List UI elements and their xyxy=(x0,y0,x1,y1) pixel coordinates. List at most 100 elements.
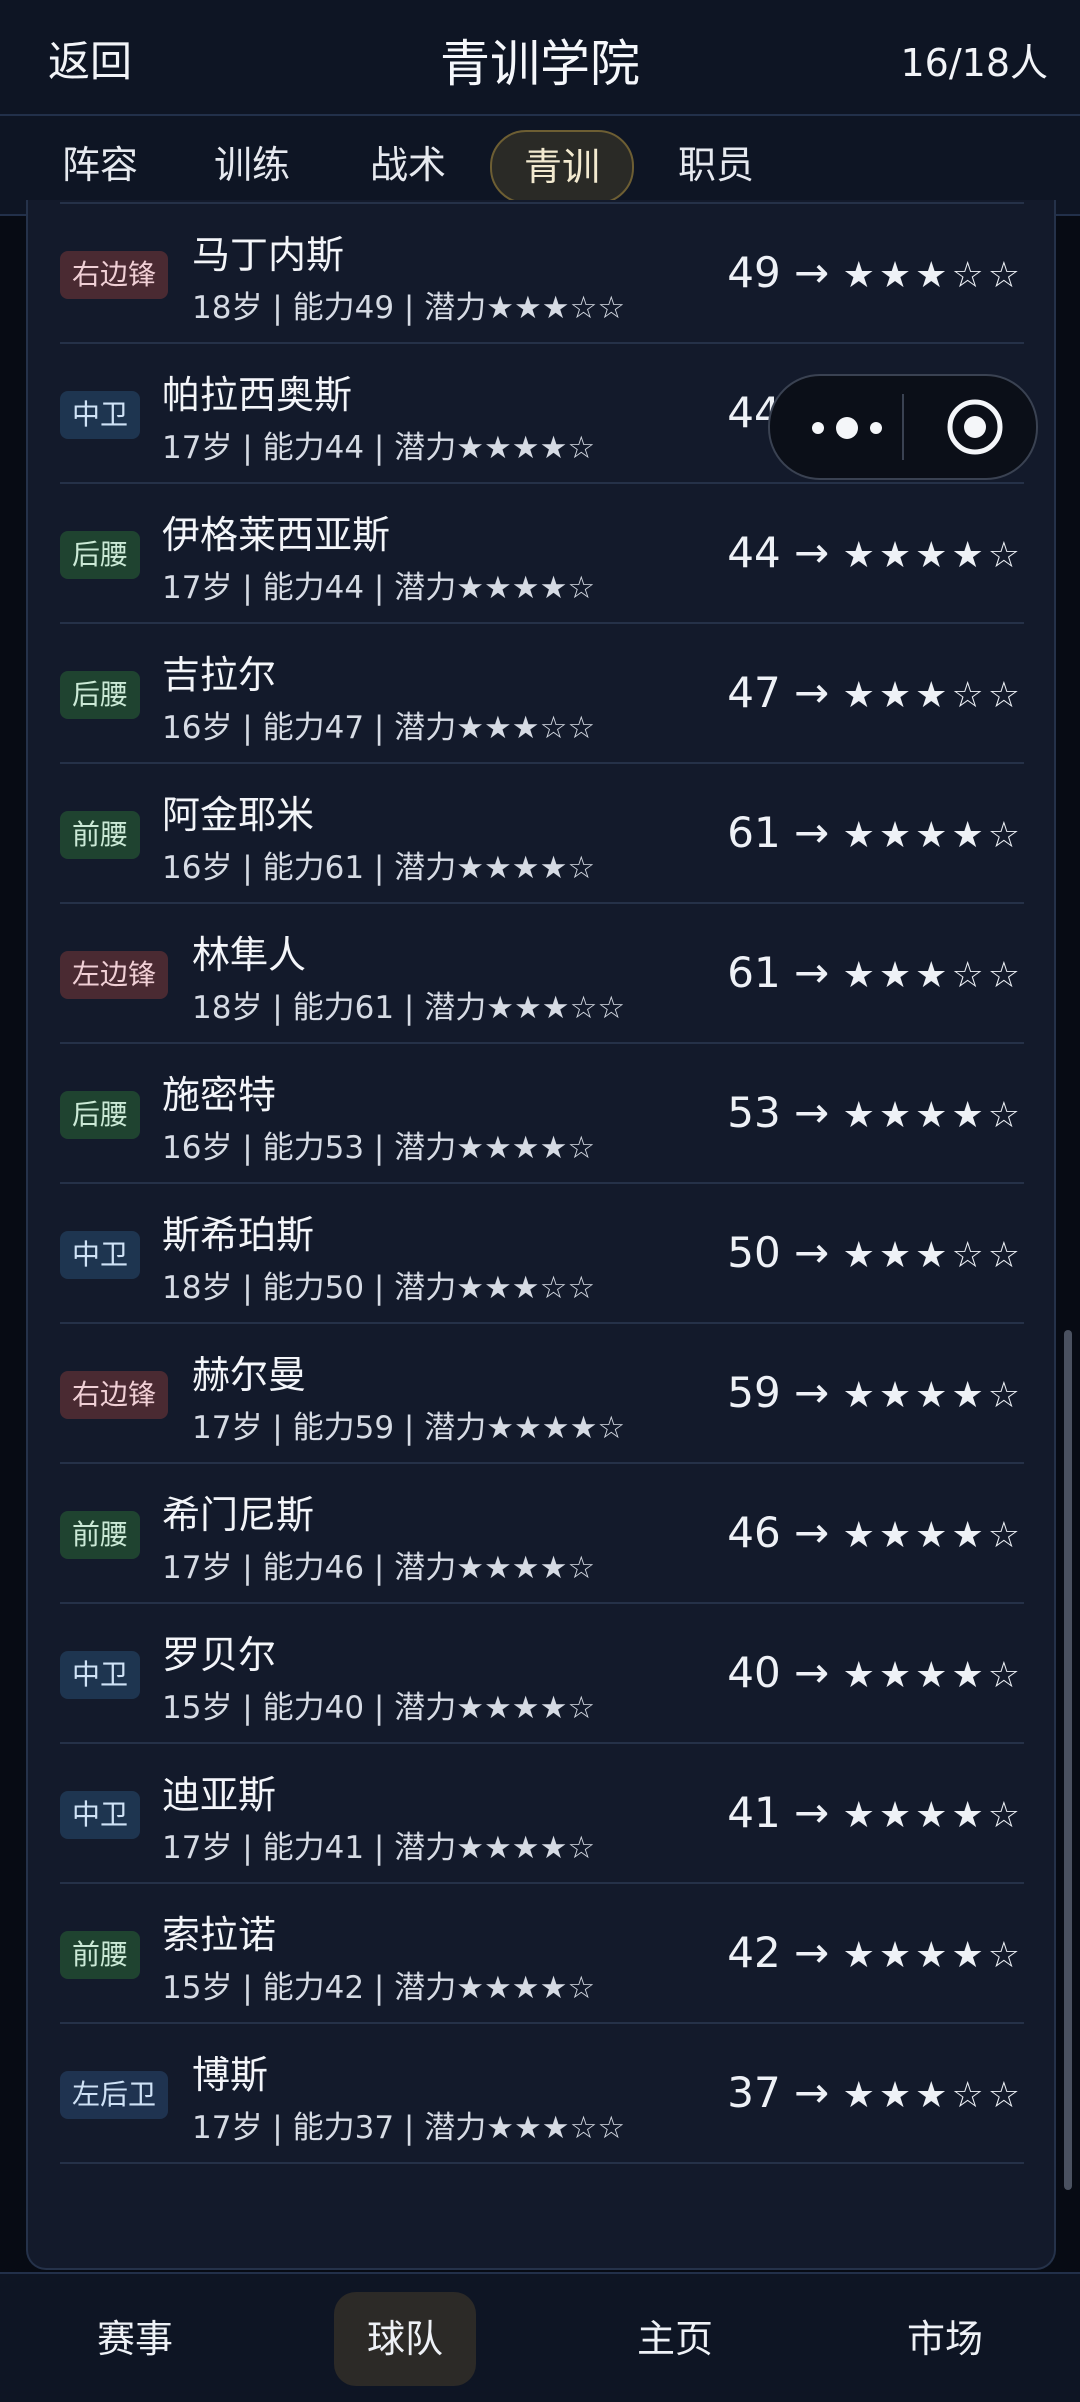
player-info: 17岁 | 能力44 | 潜力★★★★☆ xyxy=(162,430,596,466)
player-name: 斯希珀斯 xyxy=(162,1213,315,1257)
tab-youth[interactable]: 青训 xyxy=(490,130,634,204)
player-info: 17岁 | 能力59 | 潜力★★★★☆ xyxy=(192,1410,626,1446)
top-bar: 返回 青训学院 16/18人 xyxy=(0,0,1080,116)
player-list: 门将18岁 | 能力44 | 潜力★★★☆☆44 → ★★★☆☆右边锋马丁内斯1… xyxy=(60,200,1024,2164)
player-name: 罗贝尔 xyxy=(162,1633,277,1677)
tab-lineup[interactable]: 阵容 xyxy=(40,130,160,200)
player-name: 马丁内斯 xyxy=(192,233,345,277)
current-ability-arrow: 53 → xyxy=(727,1088,830,1137)
potential-rating: 47 → ★★★☆☆ xyxy=(727,668,1024,717)
player-info: 18岁 | 能力49 | 潜力★★★☆☆ xyxy=(192,290,626,326)
position-badge: 后腰 xyxy=(60,1091,141,1139)
player-name: 伊格莱西亚斯 xyxy=(162,513,391,557)
player-row[interactable]: 前腰 阿金耶米 16岁 | 能力61 | 潜力★★★★☆ 61 → ★★★★☆ xyxy=(60,764,1024,904)
potential-rating: 53 → ★★★★☆ xyxy=(727,1088,1024,1137)
current-ability-arrow: 40 → xyxy=(727,1648,830,1697)
position-badge: 中卫 xyxy=(60,391,141,439)
current-ability-arrow: 44 → xyxy=(727,528,830,577)
potential-stars: ★★★☆☆ xyxy=(842,675,1024,716)
tab-staff[interactable]: 职员 xyxy=(656,130,776,200)
potential-rating: 44 → ★★★★☆ xyxy=(727,528,1024,577)
position-badge: 右边锋 xyxy=(60,251,169,299)
tab-training[interactable]: 训练 xyxy=(192,130,312,200)
nav-team[interactable]: 球队 xyxy=(334,2292,476,2386)
player-row[interactable]: 前腰 希门尼斯 17岁 | 能力46 | 潜力★★★★☆ 46 → ★★★★☆ xyxy=(60,1464,1024,1604)
position-badge: 中卫 xyxy=(60,1651,141,1699)
potential-stars: ★★★☆☆ xyxy=(842,955,1024,996)
potential-stars: ★★★☆☆ xyxy=(842,255,1024,296)
potential-stars: ★★★★☆ xyxy=(842,1095,1024,1136)
current-ability-arrow: 61 → xyxy=(727,808,830,857)
current-ability-arrow: 59 → xyxy=(727,1368,830,1417)
current-ability-arrow: 61 → xyxy=(727,948,830,997)
player-name: 阿金耶米 xyxy=(162,793,315,837)
player-name: 迪亚斯 xyxy=(162,1773,277,1817)
potential-rating: 49 → ★★★☆☆ xyxy=(727,248,1024,297)
target-icon[interactable] xyxy=(946,398,1004,456)
scrollbar[interactable] xyxy=(1064,1330,1072,2190)
potential-rating: 42 → ★★★★☆ xyxy=(727,1928,1024,1977)
potential-stars: ★★★★☆ xyxy=(842,1375,1024,1416)
current-ability-arrow: 41 → xyxy=(727,1788,830,1837)
capsule-divider xyxy=(902,394,904,460)
potential-rating: 40 → ★★★★☆ xyxy=(727,1648,1024,1697)
player-row[interactable]: 中卫 斯希珀斯 18岁 | 能力50 | 潜力★★★☆☆ 50 → ★★★☆☆ xyxy=(60,1184,1024,1324)
more-dots-icon[interactable] xyxy=(806,402,896,452)
player-row[interactable]: 左后卫 博斯 17岁 | 能力37 | 潜力★★★☆☆ 37 → ★★★☆☆ xyxy=(60,2024,1024,2164)
player-name: 博斯 xyxy=(192,2053,269,2097)
potential-stars: ★★★☆☆ xyxy=(842,2075,1024,2116)
potential-rating: 59 → ★★★★☆ xyxy=(727,1368,1024,1417)
potential-rating: 46 → ★★★★☆ xyxy=(727,1508,1024,1557)
player-row[interactable]: 中卫 迪亚斯 17岁 | 能力41 | 潜力★★★★☆ 41 → ★★★★☆ xyxy=(60,1744,1024,1884)
nav-market[interactable]: 市场 xyxy=(870,2292,1020,2386)
player-row[interactable]: 后腰 伊格莱西亚斯 17岁 | 能力44 | 潜力★★★★☆ 44 → ★★★★☆ xyxy=(60,484,1024,624)
mini-program-capsule xyxy=(768,374,1038,480)
player-info: 17岁 | 能力37 | 潜力★★★☆☆ xyxy=(192,2110,626,2146)
player-row[interactable]: 前腰 索拉诺 15岁 | 能力42 | 潜力★★★★☆ 42 → ★★★★☆ xyxy=(60,1884,1024,2024)
position-badge: 右边锋 xyxy=(60,1371,169,1419)
player-info: 16岁 | 能力47 | 潜力★★★☆☆ xyxy=(162,710,596,746)
tab-tactics[interactable]: 战术 xyxy=(348,130,468,200)
player-name: 吉拉尔 xyxy=(162,653,277,697)
player-name: 赫尔曼 xyxy=(192,1353,307,1397)
current-ability-arrow: 47 → xyxy=(727,668,830,717)
position-badge: 后腰 xyxy=(60,671,141,719)
current-ability-arrow: 49 → xyxy=(727,248,830,297)
nav-home[interactable]: 主页 xyxy=(600,2292,750,2386)
player-info: 16岁 | 能力61 | 潜力★★★★☆ xyxy=(162,850,596,886)
player-name: 帕拉西奥斯 xyxy=(162,373,353,417)
bottom-nav: 赛事 球队 主页 市场 xyxy=(0,2272,1080,2402)
position-badge: 中卫 xyxy=(60,1791,141,1839)
potential-stars: ★★★★☆ xyxy=(842,1515,1024,1556)
position-badge: 前腰 xyxy=(60,811,141,859)
player-info: 17岁 | 能力44 | 潜力★★★★☆ xyxy=(162,570,596,606)
potential-rating: 50 → ★★★☆☆ xyxy=(727,1228,1024,1277)
current-ability-arrow: 42 → xyxy=(727,1928,830,1977)
player-row[interactable]: 右边锋 马丁内斯 18岁 | 能力49 | 潜力★★★☆☆ 49 → ★★★☆☆ xyxy=(60,204,1024,344)
potential-stars: ★★★★☆ xyxy=(842,1935,1024,1976)
position-badge: 后腰 xyxy=(60,531,141,579)
player-info: 16岁 | 能力53 | 潜力★★★★☆ xyxy=(162,1130,596,1166)
player-row[interactable]: 右边锋 赫尔曼 17岁 | 能力59 | 潜力★★★★☆ 59 → ★★★★☆ xyxy=(60,1324,1024,1464)
roster-count: 16/18人 xyxy=(900,41,1048,85)
potential-rating: 41 → ★★★★☆ xyxy=(727,1788,1024,1837)
player-row[interactable]: 中卫 罗贝尔 15岁 | 能力40 | 潜力★★★★☆ 40 → ★★★★☆ xyxy=(60,1604,1024,1744)
player-name: 希门尼斯 xyxy=(162,1493,315,1537)
player-info: 15岁 | 能力40 | 潜力★★★★☆ xyxy=(162,1690,596,1726)
nav-matches[interactable]: 赛事 xyxy=(60,2292,210,2386)
player-info: 17岁 | 能力46 | 潜力★★★★☆ xyxy=(162,1550,596,1586)
position-badge: 左边锋 xyxy=(60,951,169,999)
player-row[interactable]: 后腰 吉拉尔 16岁 | 能力47 | 潜力★★★☆☆ 47 → ★★★☆☆ xyxy=(60,624,1024,764)
position-badge: 左后卫 xyxy=(60,2071,169,2119)
current-ability-arrow: 50 → xyxy=(727,1228,830,1277)
position-badge: 中卫 xyxy=(60,1231,141,1279)
player-name: 索拉诺 xyxy=(162,1913,277,1957)
player-info: 15岁 | 能力42 | 潜力★★★★☆ xyxy=(162,1970,596,2006)
player-info: 17岁 | 能力41 | 潜力★★★★☆ xyxy=(162,1830,596,1866)
current-ability-arrow: 46 → xyxy=(727,1508,830,1557)
player-row[interactable]: 左边锋 林隼人 18岁 | 能力61 | 潜力★★★☆☆ 61 → ★★★☆☆ xyxy=(60,904,1024,1044)
player-row[interactable]: 后腰 施密特 16岁 | 能力53 | 潜力★★★★☆ 53 → ★★★★☆ xyxy=(60,1044,1024,1184)
player-info: 18岁 | 能力61 | 潜力★★★☆☆ xyxy=(192,990,626,1026)
potential-rating: 61 → ★★★★☆ xyxy=(727,808,1024,857)
potential-stars: ★★★★☆ xyxy=(842,815,1024,856)
